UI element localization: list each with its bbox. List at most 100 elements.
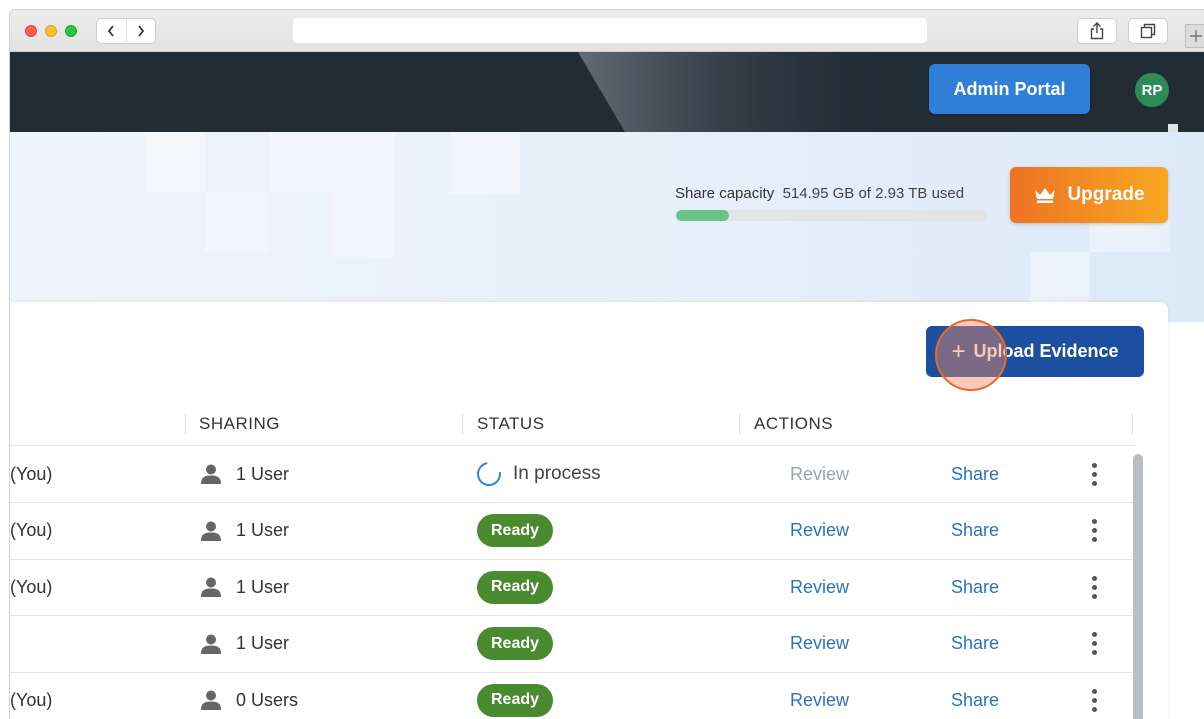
crown-icon [1035,188,1056,203]
status-badge-ready: Ready [477,683,554,717]
review-link: Review [790,463,850,484]
review-link[interactable]: Review [790,616,849,672]
review-link[interactable]: Review [790,559,849,615]
user-avatar[interactable]: RP [1135,73,1169,107]
capacity-progress-bar [676,210,987,221]
more-vertical-icon [1091,462,1097,468]
bg-tile [450,132,520,194]
column-divider [739,414,740,434]
user-icon [201,464,221,484]
new-tab-button[interactable] [1185,24,1204,48]
user-icon [201,521,221,541]
bg-tile [330,192,395,257]
sharing-cell[interactable]: 1 User [200,503,289,559]
sharing-count: 1 User [236,576,290,597]
column-header-actions: ACTIONS [754,414,834,433]
capacity-progress-fill [676,210,729,221]
bg-tile [145,132,205,192]
more-vertical-icon-dot [1091,641,1097,646]
column-divider [462,414,463,434]
more-vertical-icon [1091,575,1097,581]
row-menu-button[interactable] [1088,446,1100,502]
table-row: (You) 1 User Ready Review Share [10,559,1135,616]
status-cell: In process [472,446,601,502]
table-row: (You) 1 User Ready Review Share [10,503,1135,560]
browser-share-button[interactable] [1077,18,1117,44]
row-menu-button[interactable] [1088,616,1100,672]
more-vertical-icon [1091,519,1097,524]
close-window-button[interactable] [25,25,37,37]
sharing-cell[interactable]: 1 User [200,616,289,672]
status-badge-ready: Ready [477,627,554,660]
bg-tile [270,132,395,192]
status-badge-ready: Ready [477,514,554,547]
hero-banner: Share capacity 514.95 GB of 2.93 TB used… [10,132,1204,322]
review-link[interactable]: Review [790,672,849,719]
zoom-window-button[interactable] [65,25,77,37]
share-link[interactable]: Share [951,672,999,719]
status-text: In process [513,463,601,484]
status-badge-ready: Ready [477,570,554,604]
share-link[interactable]: Share [951,616,999,672]
upload-evidence-button[interactable]: + Upload Evidence [926,326,1144,377]
evidence-card: + Upload Evidence SHARING STATUS ACTIONS… [10,302,1168,719]
more-vertical-icon-dot [1091,537,1097,542]
sharing-cell[interactable]: 0 Users [200,672,298,719]
sharing-count: 1 User [236,633,290,653]
more-vertical-icon-dot [1091,471,1097,477]
share-link[interactable]: Share [951,446,999,502]
row-menu-button[interactable] [1088,559,1100,615]
more-vertical-icon [1091,688,1097,694]
column-divider [1132,414,1133,434]
admin-portal-button[interactable]: Admin Portal [929,64,1090,114]
more-vertical-icon [1091,632,1097,637]
chevron-right-icon [138,25,145,37]
table-row: 1 User Ready Review Share [10,616,1135,673]
sharing-count: 1 User [236,520,290,540]
plus-icon [1190,30,1202,42]
address-bar[interactable] [293,18,927,43]
show-tabs-button[interactable] [1128,18,1168,44]
history-nav [96,18,156,44]
more-vertical-icon-dot [1091,650,1097,655]
more-vertical-icon-dot [1091,480,1097,486]
share-link[interactable]: Share [951,503,999,559]
upgrade-button[interactable]: Upgrade [1010,167,1168,223]
row-menu-button[interactable] [1088,672,1100,719]
row-menu-button[interactable] [1088,503,1100,559]
owner-cell: (You) [10,463,53,484]
forward-button[interactable] [125,19,155,43]
review-link[interactable]: Review [790,503,849,559]
owner-cell: (You) [10,520,53,540]
status-cell: Ready [477,559,554,615]
plus-icon: + [951,337,966,365]
owner-cell: (You) [10,689,53,710]
sharing-cell[interactable]: 1 User [200,559,289,615]
table-row: (You) 1 User In process Review Share [10,446,1135,503]
table-row: (You) 0 Users Ready Review Share [10,672,1135,719]
bg-tile [205,192,270,252]
sharing-count: 1 User [236,463,290,484]
column-header-sharing[interactable]: SHARING [199,402,280,446]
chevron-left-icon [108,25,115,37]
sharing-count: 0 Users [236,689,299,710]
column-header-status[interactable]: STATUS [477,402,545,446]
share-capacity-value: 514.95 GB of 2.93 TB used [782,185,965,202]
spinner-icon [472,457,506,491]
app-header: Admin Portal RP [10,52,1204,132]
minimize-window-button[interactable] [45,25,57,37]
more-vertical-icon-dot [1091,528,1097,533]
more-vertical-icon-dot [1091,697,1097,703]
more-vertical-icon-dot [1091,593,1097,599]
share-link[interactable]: Share [951,559,999,615]
more-vertical-icon-dot [1091,706,1097,712]
more-vertical-icon-dot [1091,584,1097,590]
back-button[interactable] [97,19,126,43]
sharing-cell[interactable]: 1 User [200,446,289,502]
tabs-icon [1140,23,1156,39]
owner-cell: (You) [10,576,53,597]
table-scrollbar[interactable] [1133,454,1143,719]
upgrade-label: Upgrade [1067,184,1145,205]
share-icon [1090,22,1104,40]
status-cell: Ready [477,672,554,719]
